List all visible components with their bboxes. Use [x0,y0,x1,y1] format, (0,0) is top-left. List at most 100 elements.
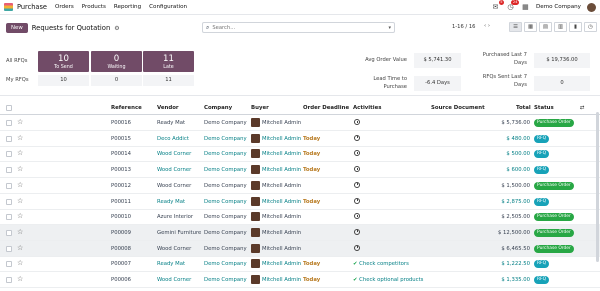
row-vendor[interactable]: Deco Addict [157,136,189,142]
col-order-deadline[interactable]: Order Deadline [303,105,349,111]
table-row[interactable]: ☆ P00006 Wood Corner Demo Company Mitchell A… [0,272,600,288]
company-switch-icon[interactable]: ▦ [521,3,530,12]
col-company[interactable]: Company [204,105,232,111]
search-input[interactable] [212,24,373,31]
star-icon[interactable]: ☆ [17,181,23,189]
buyer-avatar[interactable] [251,243,260,253]
row-reference[interactable]: P00014 [111,151,131,157]
row-reference[interactable]: P00011 [111,199,131,205]
buyer-avatar[interactable] [251,118,260,127]
row-reference[interactable]: P00012 [111,183,131,189]
col-source-document[interactable]: Source Document [431,105,485,111]
buyer-avatar[interactable] [251,212,260,222]
purchase-app-icon[interactable] [4,3,13,11]
row-buyer[interactable]: Mitchell Admin [262,214,301,220]
col-reference[interactable]: Reference [111,105,142,111]
table-row[interactable]: ☆ P00015 Deco Addict Demo Company Mitchell A… [0,131,600,147]
list-view-icon[interactable]: ☰ [509,22,522,32]
row-buyer[interactable]: Mitchell Admin [262,151,301,157]
table-row[interactable]: ☆ P00012 Wood Corner Demo Company Mitchell A… [0,178,600,194]
star-icon[interactable]: ☆ [17,134,23,142]
buyer-avatar[interactable] [251,275,260,284]
col-vendor[interactable]: Vendor [157,105,179,111]
tile-to-send[interactable]: 10 To Send [38,51,89,72]
activity-clock-icon[interactable] [354,150,360,157]
row-vendor[interactable]: Wood Corner [157,167,191,173]
pager-arrows[interactable]: ‹ › [484,23,490,29]
row-vendor[interactable]: Azure Interior [157,214,193,220]
row-activity[interactable]: ✔ Check optional products [353,277,423,283]
activity-clock-icon[interactable] [354,166,360,173]
select-all-checkbox[interactable] [6,105,12,111]
row-checkbox[interactable] [6,245,12,252]
buyer-avatar[interactable] [251,165,260,175]
table-row[interactable]: ☆ P00011 Ready Mat Demo Company Mitchell Adm… [0,194,600,210]
row-buyer[interactable]: Mitchell Admin [262,136,301,142]
row-reference[interactable]: P00016 [111,120,131,126]
activity-view-icon[interactable]: ◷ [584,22,597,32]
row-checkbox[interactable] [6,182,12,189]
user-avatar[interactable] [587,2,596,12]
row-checkbox[interactable] [6,229,12,236]
page-title[interactable]: Requests for Quotation [32,24,110,32]
star-icon[interactable]: ☆ [17,259,23,267]
row-vendor[interactable]: Wood Corner [157,277,191,283]
activity-clock-icon[interactable] [354,134,360,141]
row-vendor[interactable]: Wood Corner [157,183,191,189]
column-settings-icon[interactable]: ⇄ [580,105,585,111]
row-activity-text[interactable]: Check competitors [359,261,409,267]
pager-value[interactable]: 1-16 / 16 [452,24,475,30]
row-buyer[interactable]: Mitchell Admin [262,277,301,283]
star-icon[interactable]: ☆ [17,275,23,283]
my-to-send[interactable]: 10 [38,75,89,86]
row-reference[interactable]: P00008 [111,246,131,252]
col-buyer[interactable]: Buyer [251,105,269,111]
activity-clock-icon[interactable] [354,213,360,220]
col-activities[interactable]: Activities [353,105,381,111]
row-buyer[interactable]: Mitchell Admin [262,246,301,252]
chat-icon[interactable]: ✉ 5 [491,0,504,12]
tile-late[interactable]: 11 Late [143,51,194,72]
activity-clock-icon[interactable] [354,197,360,204]
calendar-view-icon[interactable]: ▤ [539,22,552,32]
row-vendor[interactable]: Ready Mat [157,199,185,205]
row-vendor[interactable]: Gemini Furniture [157,230,201,236]
row-activity[interactable]: ✔ Check competitors [353,261,409,267]
activity-clock-icon[interactable] [354,181,360,188]
buyer-avatar[interactable] [251,133,260,143]
graph-view-icon[interactable]: ▮ [569,22,582,32]
company-name[interactable]: Demo Company [536,4,581,10]
row-checkbox[interactable] [6,198,12,205]
buyer-avatar[interactable] [251,196,260,206]
row-reference[interactable]: P00009 [111,230,131,236]
buyer-avatar[interactable] [251,227,260,237]
row-vendor[interactable]: Ready Mat [157,120,185,126]
row-checkbox[interactable] [6,135,12,142]
star-icon[interactable]: ☆ [17,165,23,173]
menu-reporting[interactable]: Reporting [114,4,141,10]
row-checkbox[interactable] [6,151,12,158]
table-row[interactable]: ☆ P00013 Wood Corner Demo Company Mitchell A… [0,162,600,179]
pivot-view-icon[interactable]: ▥ [554,22,567,32]
activity-clock-icon[interactable] [354,244,360,251]
activity-clock-icon[interactable]: ◷ 24 [506,0,519,12]
buyer-avatar[interactable] [251,259,260,269]
row-vendor[interactable]: Ready Mat [157,261,185,267]
row-reference[interactable]: P00010 [111,214,131,220]
my-late[interactable]: 11 [143,75,194,86]
activity-clock-icon[interactable] [354,228,360,235]
star-icon[interactable]: ☆ [17,228,23,236]
table-row[interactable]: ☆ P00014 Wood Corner Demo Company Mitchell A… [0,146,600,163]
menu-products[interactable]: Products [82,4,106,10]
star-icon[interactable]: ☆ [17,212,23,220]
row-buyer[interactable]: Mitchell Admin [262,199,301,205]
row-activity-text[interactable]: Check optional products [359,277,423,283]
row-checkbox[interactable] [6,120,12,126]
table-row[interactable]: ☆ P00016 Ready Mat Demo Company Mitchell Adm… [0,115,600,131]
row-buyer[interactable]: Mitchell Admin [262,183,301,189]
gear-icon[interactable]: ⚙ [114,25,119,32]
activity-clock-icon[interactable] [354,119,360,125]
buyer-avatar[interactable] [251,149,260,159]
row-checkbox[interactable] [6,261,12,268]
new-button[interactable]: New [6,23,28,33]
